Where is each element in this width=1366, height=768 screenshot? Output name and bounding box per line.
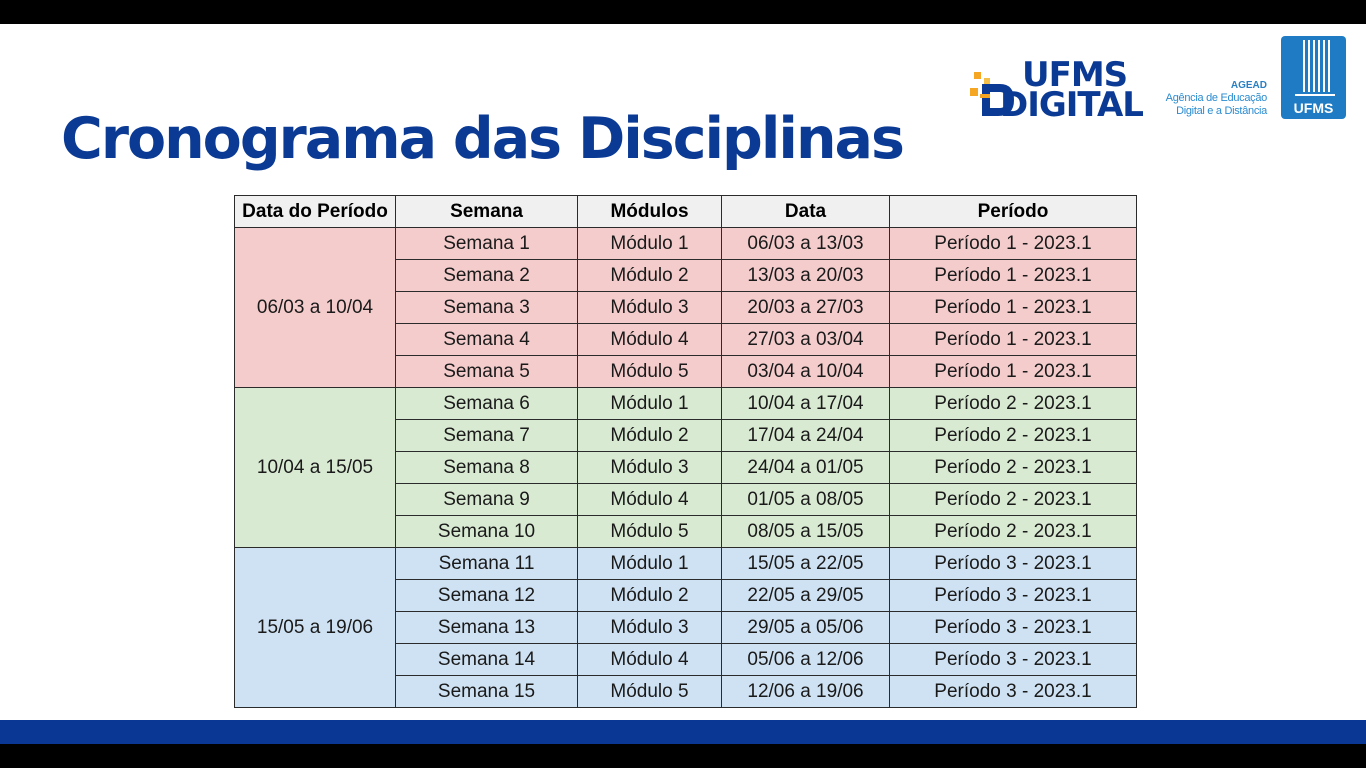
week-cell: Semana 4 (395, 323, 578, 356)
week-cell: Semana 10 (395, 515, 578, 548)
module-cell: Módulo 2 (577, 259, 722, 292)
date-cell: 03/04 a 10/04 (721, 355, 890, 388)
date-cell: 10/04 a 17/04 (721, 387, 890, 420)
week-cell: Semana 11 (395, 547, 578, 580)
week-cell: Semana 1 (395, 227, 578, 260)
period-range-cell: 06/03 a 10/04 (234, 227, 396, 388)
period-cell: Período 2 - 2023.1 (889, 419, 1137, 452)
header-modulos: Módulos (577, 195, 722, 228)
ufms-logo: UFMS (1281, 36, 1346, 119)
module-cell: Módulo 3 (577, 451, 722, 484)
period-cell: Período 3 - 2023.1 (889, 579, 1137, 612)
agead-line2: Digital e a Distância (1176, 105, 1267, 117)
bottom-letterbox-bar (0, 744, 1366, 768)
period-cell: Período 1 - 2023.1 (889, 291, 1137, 324)
module-cell: Módulo 2 (577, 579, 722, 612)
footer-blue-band (0, 720, 1366, 744)
period-cell: Período 2 - 2023.1 (889, 483, 1137, 516)
agead-line1: Agência de Educação (1165, 92, 1268, 104)
module-cell: Módulo 5 (577, 355, 722, 388)
module-cell: Módulo 1 (577, 227, 722, 260)
date-cell: 13/03 a 20/03 (721, 259, 890, 292)
period-cell: Período 2 - 2023.1 (889, 451, 1137, 484)
date-cell: 12/06 a 19/06 (721, 675, 890, 708)
week-cell: Semana 3 (395, 291, 578, 324)
period-range-cell: 10/04 a 15/05 (234, 387, 396, 548)
module-cell: Módulo 4 (577, 323, 722, 356)
week-cell: Semana 6 (395, 387, 578, 420)
date-cell: 05/06 a 12/06 (721, 643, 890, 676)
period-cell: Período 1 - 2023.1 (889, 323, 1137, 356)
period-cell: Período 2 - 2023.1 (889, 515, 1137, 548)
period-range-cell: 15/05 a 19/06 (234, 547, 396, 708)
period-cell: Período 1 - 2023.1 (889, 227, 1137, 260)
header-data: Data (721, 195, 890, 228)
ufms-building-icon (1295, 40, 1335, 96)
module-cell: Módulo 4 (577, 483, 722, 516)
week-cell: Semana 2 (395, 259, 578, 292)
module-cell: Módulo 3 (577, 611, 722, 644)
period-cell: Período 3 - 2023.1 (889, 611, 1137, 644)
week-cell: Semana 8 (395, 451, 578, 484)
week-cell: Semana 15 (395, 675, 578, 708)
date-cell: 15/05 a 22/05 (721, 547, 890, 580)
ufms-digital-logo-line2: DIGITAL (1000, 85, 1144, 125)
module-cell: Módulo 4 (577, 643, 722, 676)
module-cell: Módulo 1 (577, 547, 722, 580)
module-cell: Módulo 2 (577, 419, 722, 452)
agead-logo: AGEAD Agência de Educação Digital e a Di… (1155, 79, 1268, 118)
date-cell: 17/04 a 24/04 (721, 419, 890, 452)
date-cell: 08/05 a 15/05 (721, 515, 890, 548)
agead-acronym: AGEAD (1230, 80, 1267, 91)
top-letterbox-bar (0, 0, 1366, 24)
header-semana: Semana (395, 195, 578, 228)
table-row: 10/04 a 15/05 Semana 6 Módulo 1 10/04 a … (234, 387, 1137, 548)
header-periodo: Período (889, 195, 1137, 228)
week-cell: Semana 12 (395, 579, 578, 612)
week-cell: Semana 14 (395, 643, 578, 676)
module-cell: Módulo 5 (577, 515, 722, 548)
period-cell: Período 2 - 2023.1 (889, 387, 1137, 420)
date-cell: 06/03 a 13/03 (721, 227, 890, 260)
date-cell: 20/03 a 27/03 (721, 291, 890, 324)
table-row: 15/05 a 19/06 Semana 11 Módulo 1 15/05 a… (234, 547, 1137, 708)
module-cell: Módulo 5 (577, 675, 722, 708)
module-cell: Módulo 3 (577, 291, 722, 324)
date-cell: 24/04 a 01/05 (721, 451, 890, 484)
module-cell: Módulo 1 (577, 387, 722, 420)
period-cell: Período 3 - 2023.1 (889, 547, 1137, 580)
header-data-do-periodo: Data do Período (234, 195, 396, 228)
week-cell: Semana 7 (395, 419, 578, 452)
period-cell: Período 1 - 2023.1 (889, 355, 1137, 388)
period-cell: Período 3 - 2023.1 (889, 643, 1137, 676)
date-cell: 27/03 a 03/04 (721, 323, 890, 356)
week-cell: Semana 9 (395, 483, 578, 516)
date-cell: 01/05 a 08/05 (721, 483, 890, 516)
table-header-row: Data do Período Semana Módulos Data Perí… (234, 195, 1137, 228)
date-cell: 29/05 a 05/06 (721, 611, 890, 644)
ufms-logo-text: UFMS (1293, 100, 1334, 116)
period-cell: Período 3 - 2023.1 (889, 675, 1137, 708)
page-title: Cronograma das Disciplinas (61, 106, 905, 172)
week-cell: Semana 13 (395, 611, 578, 644)
schedule-table: Data do Período Semana Módulos Data Perí… (234, 195, 1137, 708)
week-cell: Semana 5 (395, 355, 578, 388)
ufms-digital-logo: UFMS DIGITAL (970, 58, 1148, 124)
date-cell: 22/05 a 29/05 (721, 579, 890, 612)
period-cell: Período 1 - 2023.1 (889, 259, 1137, 292)
table-row: 06/03 a 10/04 Semana 1 Módulo 1 06/03 a … (234, 227, 1137, 388)
